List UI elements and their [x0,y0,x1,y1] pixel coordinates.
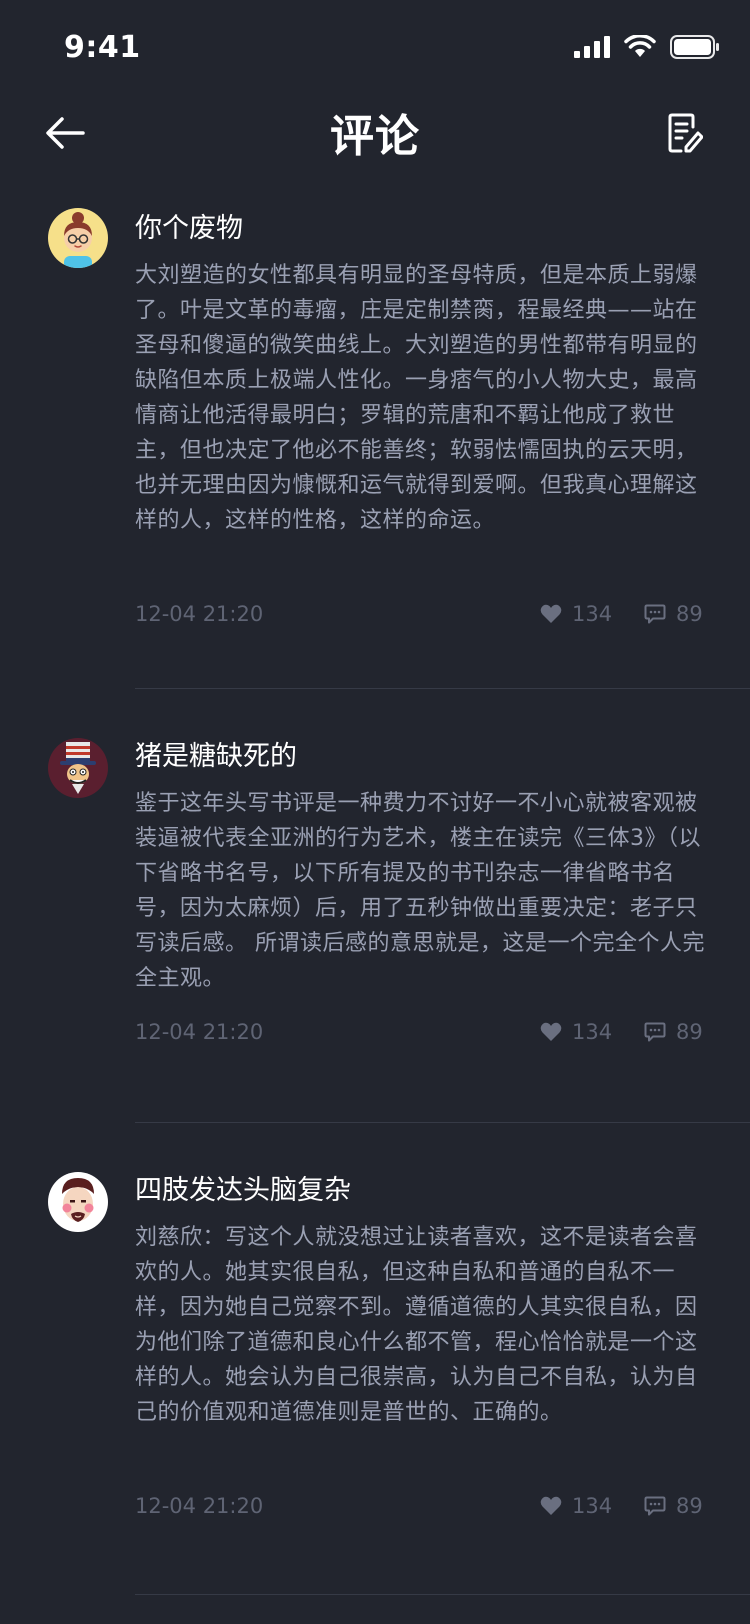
comment-username[interactable]: 你个废物 [135,206,243,245]
reply-button[interactable]: 89 [644,1494,703,1518]
status-bar: 9:41 [0,0,750,88]
like-button[interactable]: 134 [540,1020,612,1044]
divider [135,688,750,689]
reply-count: 89 [676,1494,703,1518]
wifi-icon [624,35,656,57]
comment-bubble-icon [644,1496,666,1516]
status-icons [574,34,720,60]
comment-username[interactable]: 猪是糖缺死的 [135,734,297,773]
like-count: 134 [572,1020,613,1044]
comment-bubble-icon [644,1022,666,1042]
compose-comment-button[interactable] [660,108,710,158]
battery-icon [670,35,719,59]
like-count: 134 [572,1494,613,1518]
comment-time: 12-04 21:20 [135,1494,264,1518]
divider [135,1594,750,1595]
page-title: 评论 [330,111,420,162]
reply-count: 89 [676,602,703,626]
avatar-uncle-sam-icon [48,738,108,798]
avatar[interactable] [48,208,108,268]
comment-bubble-icon [644,604,666,624]
signal-icon [574,36,610,58]
comment-time: 12-04 21:20 [135,1020,264,1044]
like-button[interactable]: 134 [540,1494,612,1518]
heart-icon [540,604,562,623]
edit-note-icon [668,113,703,153]
comment-content: 刘慈欣：写这个人就没想过让读者喜欢，这不是读者会喜欢的人。她其实很自私，但这种自… [135,1225,698,1425]
like-count: 134 [572,602,613,626]
reply-button[interactable]: 89 [644,602,703,626]
heart-icon [540,1022,562,1041]
divider [135,1122,750,1123]
navigation-bar: 评论 [0,88,750,188]
heart-icon [540,1496,562,1515]
avatar-girl-icon [48,208,108,268]
comment-time: 12-04 21:20 [135,602,264,626]
status-time: 9:41 [64,30,141,65]
reply-count: 89 [676,1020,703,1044]
avatar[interactable] [48,1172,108,1232]
avatar-bearded-man-icon [48,1172,108,1232]
comment-content: 大刘塑造的女性都具有明显的圣母特质，但是本质上弱爆了。叶是文革的毒瘤，庄是定制禁… [135,263,698,533]
comment-username[interactable]: 四肢发达头脑复杂 [135,1168,351,1207]
avatar[interactable] [48,738,108,798]
comment-content: 鉴于这年头写书评是一种费力不讨好一不小心就被客观被装逼被代表全亚洲的行为艺术，楼… [135,791,705,991]
reply-button[interactable]: 89 [644,1020,703,1044]
like-button[interactable]: 134 [540,602,612,626]
